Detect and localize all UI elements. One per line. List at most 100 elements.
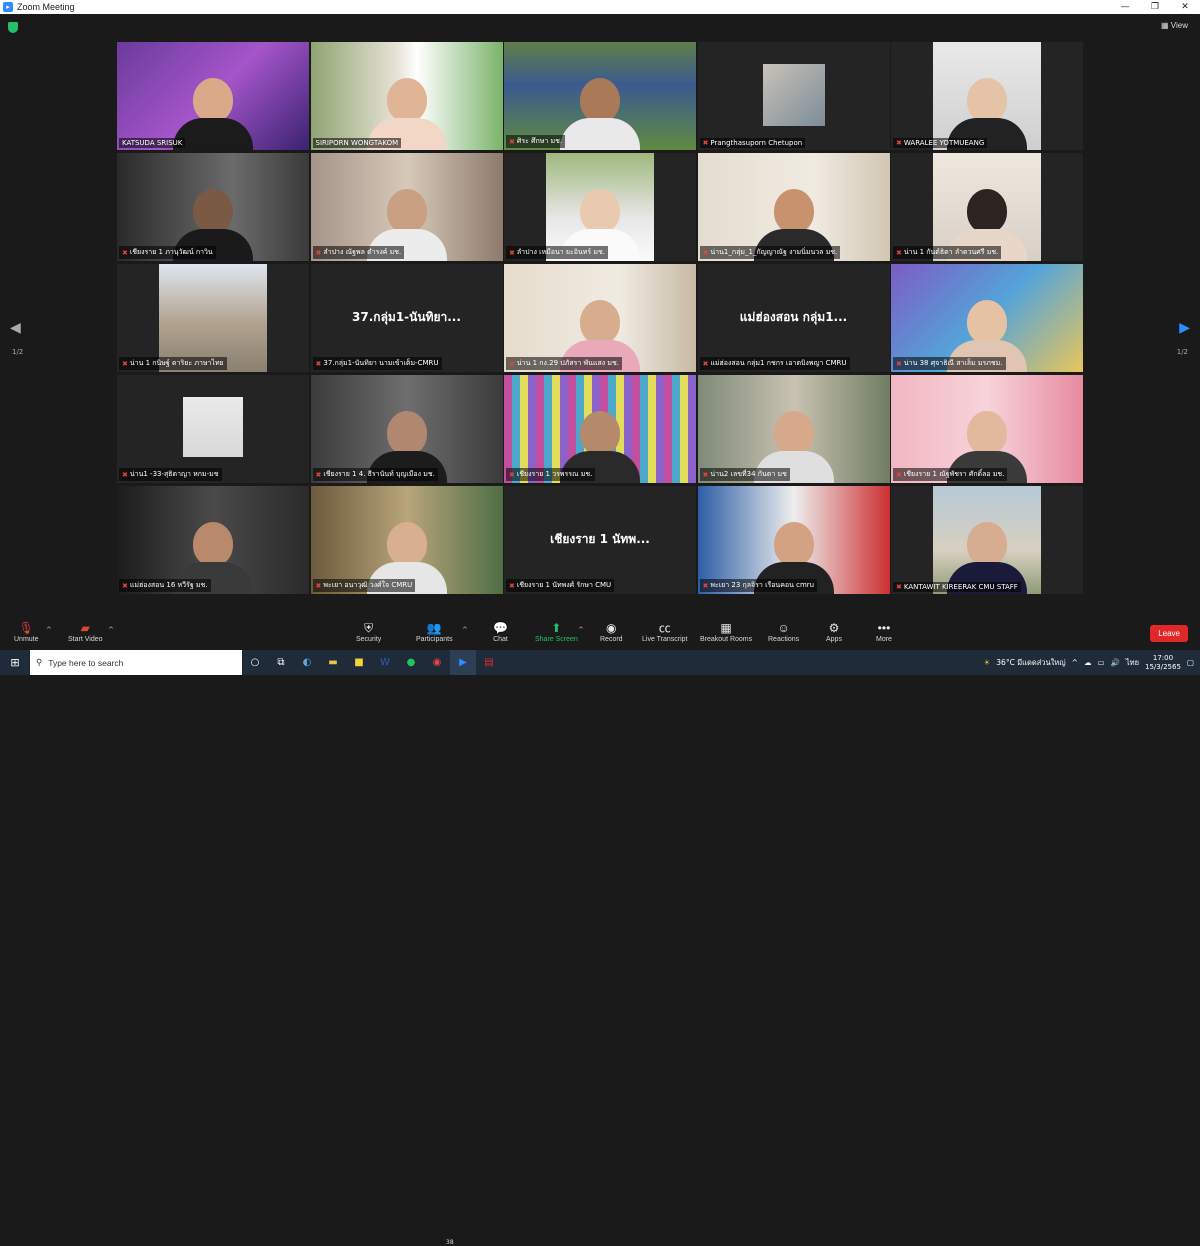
participant-name: ✖ เชียงราย 1 ภานุวัฒน์ กาวิน	[119, 246, 216, 259]
line-icon[interactable]: ●	[398, 650, 424, 675]
start-video-button[interactable]: ▰ Start Video	[68, 620, 103, 643]
mic-off-icon: ✖	[509, 248, 515, 257]
zoom-app-icon[interactable]: ▶	[450, 650, 476, 675]
participant-tile[interactable]: ✖ แม่ฮ่องสอน 16 หวีรัฐ มช.	[117, 486, 309, 594]
participants-button[interactable]: 👥 Participants	[416, 620, 453, 643]
weather-text[interactable]: 36°C มีแดดส่วนใหญ่	[996, 657, 1065, 669]
participant-tile-active-speaker[interactable]: ✖ ศิระ ศึกษา มช.	[504, 42, 696, 150]
participant-tile[interactable]: ✖ น่าน 38 ศุจาธิณี สาเล็ม มรภชม.	[891, 264, 1083, 372]
cortana-icon[interactable]: ○	[242, 650, 268, 675]
taskbar-clock[interactable]: 17:00 15/3/2565	[1145, 654, 1181, 672]
app-icon[interactable]: ◐	[294, 650, 320, 675]
participant-name: ✖ 37.กลุ่ม1-นันทิยา นามเข้าเต็ม-CMRU	[312, 357, 442, 370]
minimize-button[interactable]: —	[1110, 2, 1140, 12]
mic-off-icon: ✖	[509, 581, 515, 590]
next-page-arrow-icon[interactable]: ▶	[1179, 320, 1190, 336]
breakout-rooms-button[interactable]: ▦ Breakout Rooms	[700, 620, 752, 643]
live-transcript-button[interactable]: ㏄ Live Transcript	[642, 620, 688, 643]
tray-chevron-icon[interactable]: ^	[1072, 658, 1078, 667]
more-button[interactable]: ••• More	[876, 620, 892, 643]
security-button[interactable]: ⛨ Security	[356, 620, 381, 643]
chat-button[interactable]: 💬 Chat	[493, 620, 508, 643]
audio-options-caret-icon[interactable]: ^	[46, 626, 52, 634]
participant-tile[interactable]: ✖ น่าน1 -33-สุธิดาญา หกม-มช	[117, 375, 309, 483]
participant-tile[interactable]: ✖ น่าน 1 กันต์ธิดา ลำดวนศรี มช.	[891, 153, 1083, 261]
task-view-icon[interactable]: ⧉	[268, 650, 294, 675]
unmute-button[interactable]: 🎙 Unmute	[14, 620, 39, 643]
participant-tile[interactable]: KATSUDA SRISUK	[117, 42, 309, 150]
encryption-shield-icon[interactable]	[8, 22, 18, 33]
participant-tile[interactable]: ✖ ลำปาง ณัฐพล ดำรงค์ มช.	[310, 153, 503, 261]
meeting-toolbar: 🎙 Unmute ^ ▰ Start Video ^ ⛨ Security 👥 …	[0, 618, 1200, 1246]
mic-off-icon: ✖	[702, 359, 709, 368]
windows-taskbar: ⊞ ⚲ Type here to search ○ ⧉ ◐ ▬ ■ W ● ◉ …	[0, 650, 1200, 675]
participant-name: ✖ ศิระ ศึกษา มช.	[506, 135, 566, 148]
participant-name: ✖ เชียงราย 1 ณัฐพัชรา ศักดิ์ลอ มช.	[893, 468, 1008, 481]
file-explorer-icon[interactable]: ▬	[320, 650, 346, 675]
participant-tile[interactable]: ✖ Prangthasuporn Chetupon	[697, 42, 890, 150]
profile-photo	[183, 397, 243, 457]
participants-caret-icon[interactable]: ^	[462, 626, 468, 634]
window-title: Zoom Meeting	[17, 2, 75, 12]
notifications-icon[interactable]: ▢	[1187, 658, 1194, 667]
taskbar-search-input[interactable]: ⚲ Type here to search	[30, 650, 242, 675]
participant-tile[interactable]: ✖ น่าน 1 กนิษฐ์ ดาริยะ ภาษาไทย	[117, 264, 309, 372]
participant-name: KATSUDA SRISUK	[119, 138, 186, 148]
participant-name: ✖ น่าน2 เลขที่34 กันตา มช	[699, 468, 790, 481]
more-dots-icon: •••	[877, 621, 891, 635]
share-options-caret-icon[interactable]: ^	[578, 626, 584, 634]
participant-tile[interactable]: ✖ พะเยา 23 กุลจิรา เรือนคอน cmru	[697, 486, 890, 594]
participant-tile[interactable]: ✖ น่าน2 เลขที่34 กันตา มช	[697, 375, 890, 483]
video-off-icon: ▰	[80, 621, 90, 635]
view-button[interactable]: ▦ View	[1161, 21, 1188, 30]
participant-tile[interactable]: ✖ น่าน1_กลุ่ม_1_กัญญาณัฐ งามนิ่มนวล มช.	[697, 153, 890, 261]
close-button[interactable]: ✕	[1170, 2, 1200, 12]
participant-tile[interactable]: 37.กลุ่ม1-นันทิยา... ✖ 37.กลุ่ม1-นันทิยา …	[310, 264, 503, 372]
reactions-button[interactable]: ☺ Reactions	[768, 620, 799, 643]
maximize-button[interactable]: ❐	[1140, 2, 1170, 12]
mic-off-icon: ✖	[315, 581, 322, 590]
participant-tile[interactable]: ✖ เชียงราย 1 วรพรรณ มช.	[504, 375, 696, 483]
cloud-icon[interactable]: ☁	[1084, 658, 1092, 667]
participant-display-name: 37.กลุ่ม1-นันทิยา...	[352, 310, 461, 324]
shield-icon: ⛨	[364, 621, 374, 635]
participant-name: ✖ แม่ฮ่องสอน 16 หวีรัฐ มช.	[119, 579, 211, 592]
participant-tile[interactable]: แม่ฮ่องสอน กลุ่ม1... ✖ แม่ฮ่องสอน กลุ่ม1 …	[697, 264, 890, 372]
video-options-caret-icon[interactable]: ^	[108, 626, 114, 634]
participant-tile[interactable]: ✖ WARALEE YOTMUEANG	[891, 42, 1083, 150]
mic-off-icon: ✖	[896, 470, 902, 479]
share-screen-button[interactable]: ⬆ Share Screen	[535, 620, 578, 643]
language-indicator[interactable]: ไทย	[1126, 657, 1139, 669]
participant-tile[interactable]: ✖ KANTAWIT KIREERAK CMU STAFF	[891, 486, 1083, 594]
record-button[interactable]: ◉ Record	[600, 620, 623, 643]
chrome-icon[interactable]: ◉	[424, 650, 450, 675]
mic-off-icon: ✖	[896, 359, 902, 368]
participant-name: ✖ น่าน 1 กนิษฐ์ ดาริยะ ภาษาไทย	[119, 357, 227, 370]
participant-tile[interactable]: เชียงราย 1 นัทพ... ✖ เชียงราย 1 นัทพงศ์ ร…	[504, 486, 696, 594]
volume-icon[interactable]: 🔊	[1111, 658, 1120, 667]
participant-tile[interactable]: ✖ เชียงราย 1 ภานุวัฒน์ กาวิน	[117, 153, 309, 261]
participant-display-name: เชียงราย 1 นัทพ...	[550, 532, 650, 546]
profile-photo	[159, 264, 267, 372]
leave-button[interactable]: Leave	[1150, 625, 1188, 642]
network-icon[interactable]: ▭	[1097, 658, 1104, 667]
participant-name: ✖ น่าน 1 กง.29 ปภัสรา พันแสง มช.	[506, 357, 622, 370]
pdf-reader-icon[interactable]: ▤	[476, 650, 502, 675]
participant-tile[interactable]: ✖ เชียงราย 1 4. ธีรานันท์ บุญเมือง มช.	[310, 375, 503, 483]
weather-icon: ☀	[983, 658, 991, 667]
clock-date: 15/3/2565	[1145, 662, 1181, 671]
apps-button[interactable]: ⚙ Apps	[826, 620, 842, 643]
windows-start-icon[interactable]: ⊞	[0, 650, 30, 675]
participant-tile[interactable]: SIRIPORN WONGTAKOM	[310, 42, 503, 150]
participant-name: ✖ เชียงราย 1 นัทพงศ์ รักษา CMU	[506, 579, 615, 592]
participant-tile[interactable]: ✖ พะเยา อนาวุฒิ วงศ์ใจ CMRU	[310, 486, 503, 594]
participant-tile[interactable]: ✖ น่าน 1 กง.29 ปภัสรา พันแสง มช.	[504, 264, 696, 372]
word-icon[interactable]: W	[372, 650, 398, 675]
mic-off-icon: ✖	[122, 248, 128, 257]
sticky-notes-icon[interactable]: ■	[346, 650, 372, 675]
participant-tile[interactable]: ✖ เชียงราย 1 ณัฐพัชรา ศักดิ์ลอ มช.	[891, 375, 1083, 483]
participant-tile[interactable]: ✖ ลำปาง เหมือนา ยะอินทร์ มช.	[504, 153, 696, 261]
prev-page-arrow-icon[interactable]: ◀	[10, 320, 21, 336]
mic-off-icon: ✖	[702, 139, 709, 147]
mic-off-icon: ✖	[315, 470, 322, 479]
